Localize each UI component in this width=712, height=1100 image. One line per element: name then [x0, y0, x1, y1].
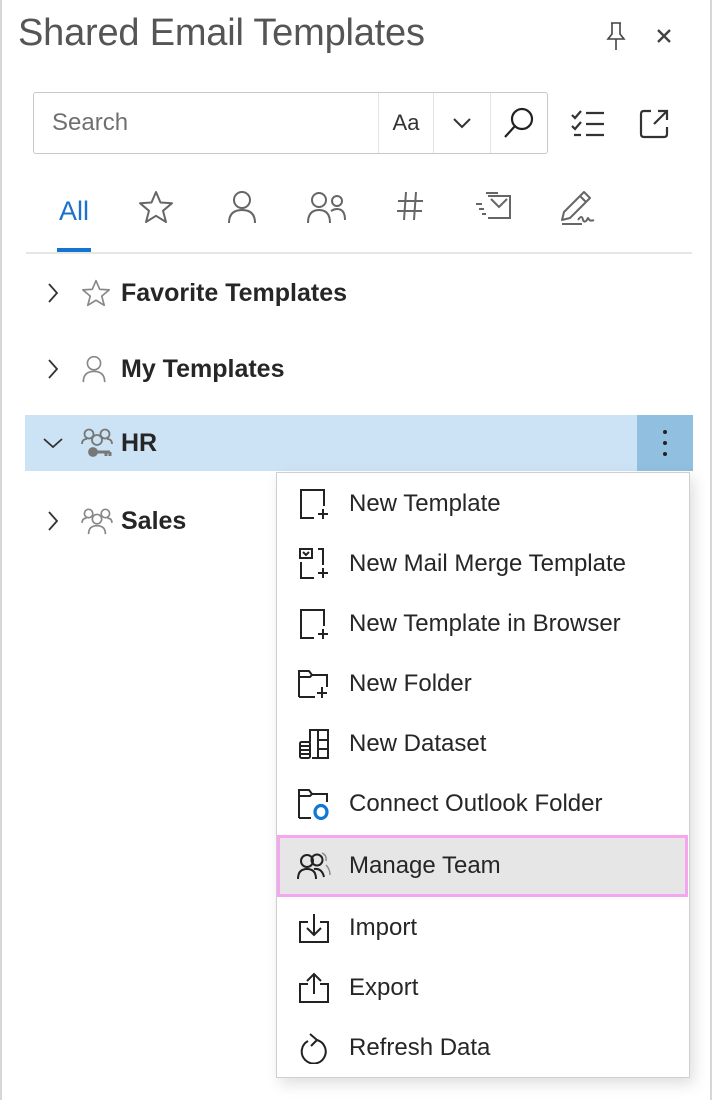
folder-context-menu: New Template New Mail Merge Template New… — [276, 472, 690, 1078]
menu-item-label: New Template in Browser — [349, 610, 621, 637]
person-icon — [81, 355, 121, 383]
more-dot — [663, 452, 667, 456]
menu-item-new-template[interactable]: New Template — [277, 475, 688, 533]
menu-item-new-folder[interactable]: New Folder — [277, 655, 688, 713]
multi-select-button[interactable] — [568, 104, 608, 144]
tree-folder-my-templates[interactable]: My Templates — [25, 341, 693, 397]
pin-icon — [606, 22, 626, 50]
export-icon — [277, 972, 349, 1004]
new-template-icon — [277, 488, 349, 520]
tab-mail-merge[interactable] — [472, 180, 516, 250]
tree-folder-label: My Templates — [121, 354, 285, 383]
tree-folder-label: Favorite Templates — [121, 278, 348, 307]
mail-merge-icon — [476, 192, 511, 219]
close-icon — [657, 29, 671, 43]
dataset-icon — [277, 728, 349, 760]
star-icon — [139, 191, 173, 223]
tree-folder-label: Sales — [121, 506, 187, 535]
manage-team-icon — [277, 851, 349, 881]
hashtag-icon — [397, 191, 423, 221]
search-icon — [504, 107, 534, 138]
search-options-dropdown[interactable] — [433, 93, 490, 153]
outlook-folder-icon — [277, 788, 349, 820]
search-input[interactable] — [34, 93, 378, 153]
tab-hashtags[interactable] — [390, 180, 430, 250]
menu-item-new-dataset[interactable]: New Dataset — [277, 715, 688, 773]
menu-item-label: New Dataset — [349, 730, 487, 757]
chevron-down-icon — [453, 118, 471, 129]
team-icon — [81, 507, 121, 535]
people-icon — [307, 192, 346, 224]
pane-title: Shared Email Templates — [18, 12, 425, 54]
menu-item-label: Connect Outlook Folder — [349, 790, 603, 817]
tab-shared[interactable] — [304, 180, 348, 250]
chevron-right-icon[interactable] — [25, 358, 81, 380]
menu-item-label: Import — [349, 914, 418, 941]
menu-item-connect-outlook-folder[interactable]: Connect Outlook Folder — [277, 775, 688, 833]
chevron-down-icon[interactable] — [25, 437, 81, 449]
tree-folder-favorites[interactable]: Favorite Templates — [25, 265, 693, 321]
menu-item-manage-team[interactable]: Manage Team — [277, 835, 688, 897]
menu-item-new-mail-merge-template[interactable]: New Mail Merge Template — [277, 535, 688, 593]
close-button[interactable] — [646, 18, 682, 54]
checklist-icon — [571, 110, 604, 137]
menu-item-label: Export — [349, 974, 419, 1001]
tab-signatures[interactable] — [556, 180, 600, 250]
star-icon — [81, 279, 121, 307]
tree-folder-label: HR — [121, 428, 158, 457]
chevron-right-icon[interactable] — [25, 282, 81, 304]
match-case-toggle[interactable]: Aa — [378, 93, 433, 153]
tab-my-templates[interactable] — [222, 180, 262, 250]
person-icon — [228, 191, 256, 224]
menu-item-label: Manage Team — [349, 852, 501, 879]
new-folder-icon — [277, 669, 349, 699]
import-icon — [277, 912, 349, 944]
chevron-right-icon[interactable] — [25, 510, 81, 532]
menu-item-export[interactable]: Export — [277, 959, 688, 1017]
search-box: Aa — [33, 92, 548, 154]
menu-item-label: New Mail Merge Template — [349, 550, 626, 577]
new-mail-merge-icon — [277, 547, 349, 581]
tree-folder-hr[interactable]: HR — [25, 415, 693, 471]
menu-item-label: New Template — [349, 490, 501, 517]
menu-item-refresh-data[interactable]: Refresh Data — [277, 1019, 688, 1077]
new-template-browser-icon — [277, 608, 349, 640]
category-tabs: All — [26, 180, 692, 254]
open-external-icon — [639, 109, 669, 139]
tab-favorites[interactable] — [136, 180, 176, 250]
add-in-pane: Shared Email Templates Aa — [0, 0, 712, 1100]
signature-icon — [561, 191, 595, 225]
more-dot — [663, 441, 667, 445]
team-owner-icon — [81, 427, 121, 459]
menu-item-label: New Folder — [349, 670, 472, 697]
tab-all[interactable]: All — [56, 180, 92, 252]
search-button[interactable] — [490, 93, 547, 153]
refresh-icon — [277, 1032, 349, 1064]
menu-item-new-template-in-browser[interactable]: New Template in Browser — [277, 595, 688, 653]
more-options-button[interactable] — [637, 415, 693, 471]
pin-button[interactable] — [598, 18, 634, 54]
menu-item-import[interactable]: Import — [277, 899, 688, 957]
menu-item-label: Refresh Data — [349, 1034, 491, 1061]
open-in-window-button[interactable] — [634, 104, 674, 144]
more-dot — [663, 430, 667, 434]
